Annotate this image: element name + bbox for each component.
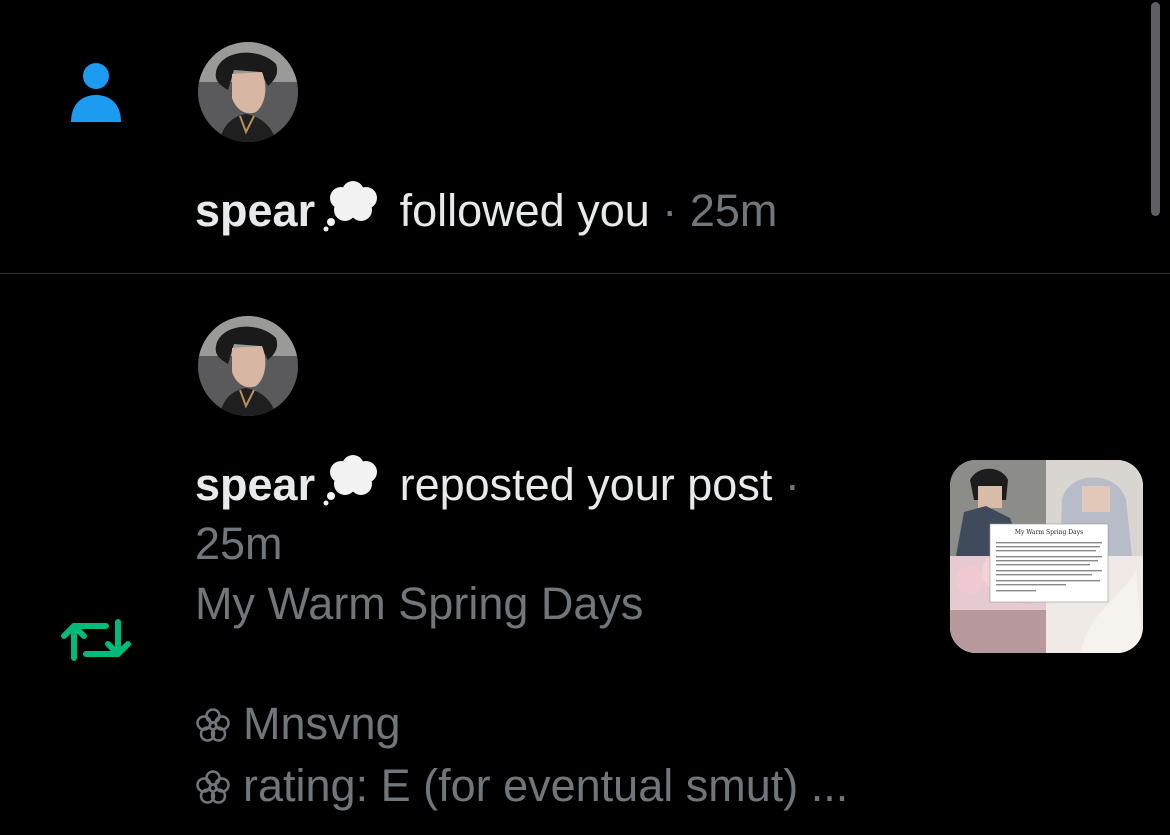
notification-text: spear reposted your post ·: [195, 454, 800, 521]
thought-balloon-emoji-icon: [323, 180, 381, 247]
thought-balloon-emoji-icon: [323, 454, 381, 521]
post-line-text: rating: E (for eventual smut) ...: [243, 760, 849, 811]
notifications-screen: spear followed you · 25m spear reposted …: [0, 0, 1170, 835]
repost-icon: [61, 619, 131, 661]
user-name[interactable]: spear: [195, 185, 315, 236]
thumbnail-title: My Warm Spring Days: [1015, 529, 1083, 536]
post-line: Mnsvng: [195, 694, 401, 758]
notification-repost[interactable]: spear reposted your post · 25m My Warm S…: [0, 274, 1170, 835]
avatar[interactable]: [198, 42, 298, 142]
post-title[interactable]: My Warm Spring Days: [195, 574, 643, 634]
person-icon: [71, 63, 121, 122]
notification-text: spear followed you · 25m: [195, 180, 777, 247]
post-line: rating: E (for eventual smut) ...: [195, 756, 848, 820]
action-text: reposted your post: [399, 459, 773, 510]
timestamp: 25m: [689, 185, 778, 236]
separator: ·: [662, 185, 678, 236]
user-name[interactable]: spear: [195, 459, 315, 510]
notification-follow[interactable]: spear followed you · 25m: [0, 0, 1170, 274]
avatar[interactable]: [198, 316, 298, 416]
action-text: followed you: [399, 185, 650, 236]
post-thumbnail[interactable]: My Warm Spring Days: [950, 460, 1143, 653]
separator: ·: [784, 459, 800, 510]
flower-icon: [195, 698, 235, 758]
post-line-text: Mnsvng: [243, 698, 401, 749]
timestamp: 25m: [195, 518, 283, 569]
flower-icon: [195, 760, 235, 820]
